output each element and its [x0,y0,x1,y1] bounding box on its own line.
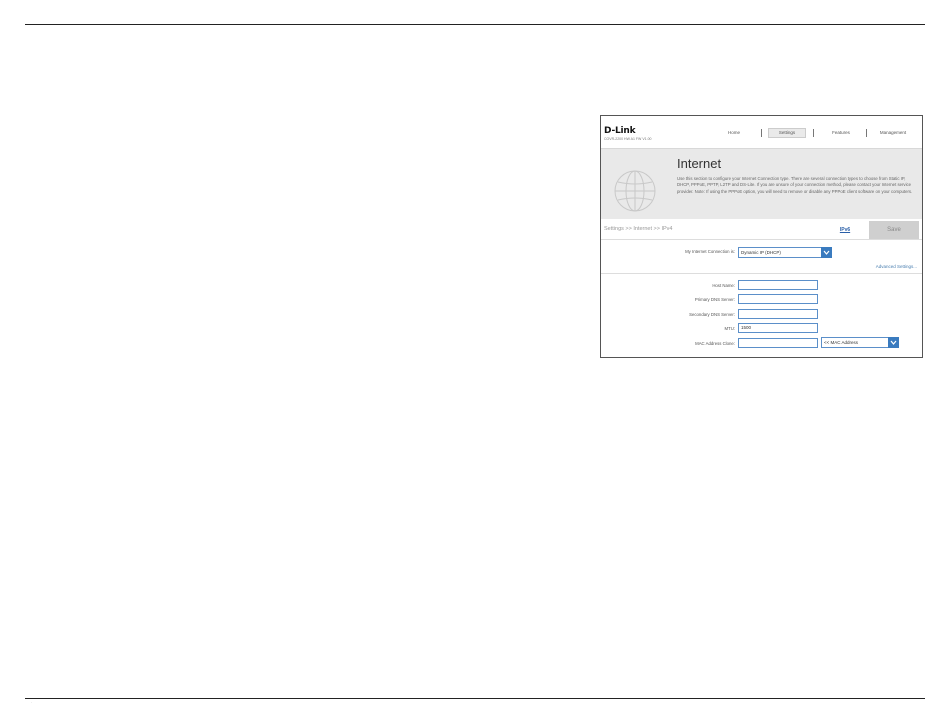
page-title: Internet [677,156,722,171]
connection-type-value: Dynamic IP (DHCP) [741,250,781,255]
save-button[interactable]: Save [869,221,919,239]
page-bottom-rule [25,698,925,699]
connection-type-label: My Internet Connection is: [685,249,735,254]
router-settings-screenshot: D-Link COVR-2200 HW A1 FW V1.00 Home Set… [600,115,923,358]
advanced-settings-link[interactable]: Advanced Settings... [876,264,917,269]
secondary-dns-input[interactable] [738,309,818,319]
nav-separator [866,129,867,137]
host-name-input[interactable] [738,280,818,290]
chevron-down-icon[interactable] [888,337,899,348]
mtu-input[interactable]: 1500 [738,323,818,333]
breadcrumb: Settings >> Internet >> IPv4 [604,226,673,232]
chevron-down-icon[interactable] [821,247,832,258]
page-description: Use this section to configure your Inter… [677,176,913,194]
secondary-dns-label: Secondary DNS Server: [689,312,735,317]
nav-separator [761,129,762,137]
mtu-label: MTU: [724,326,735,331]
model-info: COVR-2200 HW A1 FW V1.00 [604,137,652,141]
nav-settings[interactable]: Settings [768,128,806,138]
primary-dns-input[interactable] [738,294,818,304]
page-top-rule [25,24,925,25]
hero-banner: Internet Use this section to configure y… [601,148,922,219]
globe-icon [614,170,656,212]
mac-clone-input[interactable] [738,338,818,348]
mac-clone-label: MAC Address Clone: [695,341,735,346]
form-divider [601,273,922,274]
host-name-label: Host Name: [712,283,735,288]
nav-separator [813,129,814,137]
primary-dns-label: Primary DNS Server: [694,297,735,302]
nav-features[interactable]: Features [821,128,861,138]
mac-address-select-value: << MAC Address [824,340,859,345]
nav-management[interactable]: Management [873,128,913,138]
app-header: D-Link COVR-2200 HW A1 FW V1.00 Home Set… [601,116,922,148]
toolbar: Settings >> Internet >> IPv4 IPv6 Save [601,219,922,240]
nav-home[interactable]: Home [719,128,749,138]
connection-type-select[interactable]: Dynamic IP (DHCP) [738,247,832,258]
mac-address-select[interactable]: << MAC Address [821,337,899,348]
page-marker: ' [31,701,32,705]
dlink-logo: D-Link [604,126,636,136]
ipv6-link[interactable]: IPv6 [822,224,868,236]
